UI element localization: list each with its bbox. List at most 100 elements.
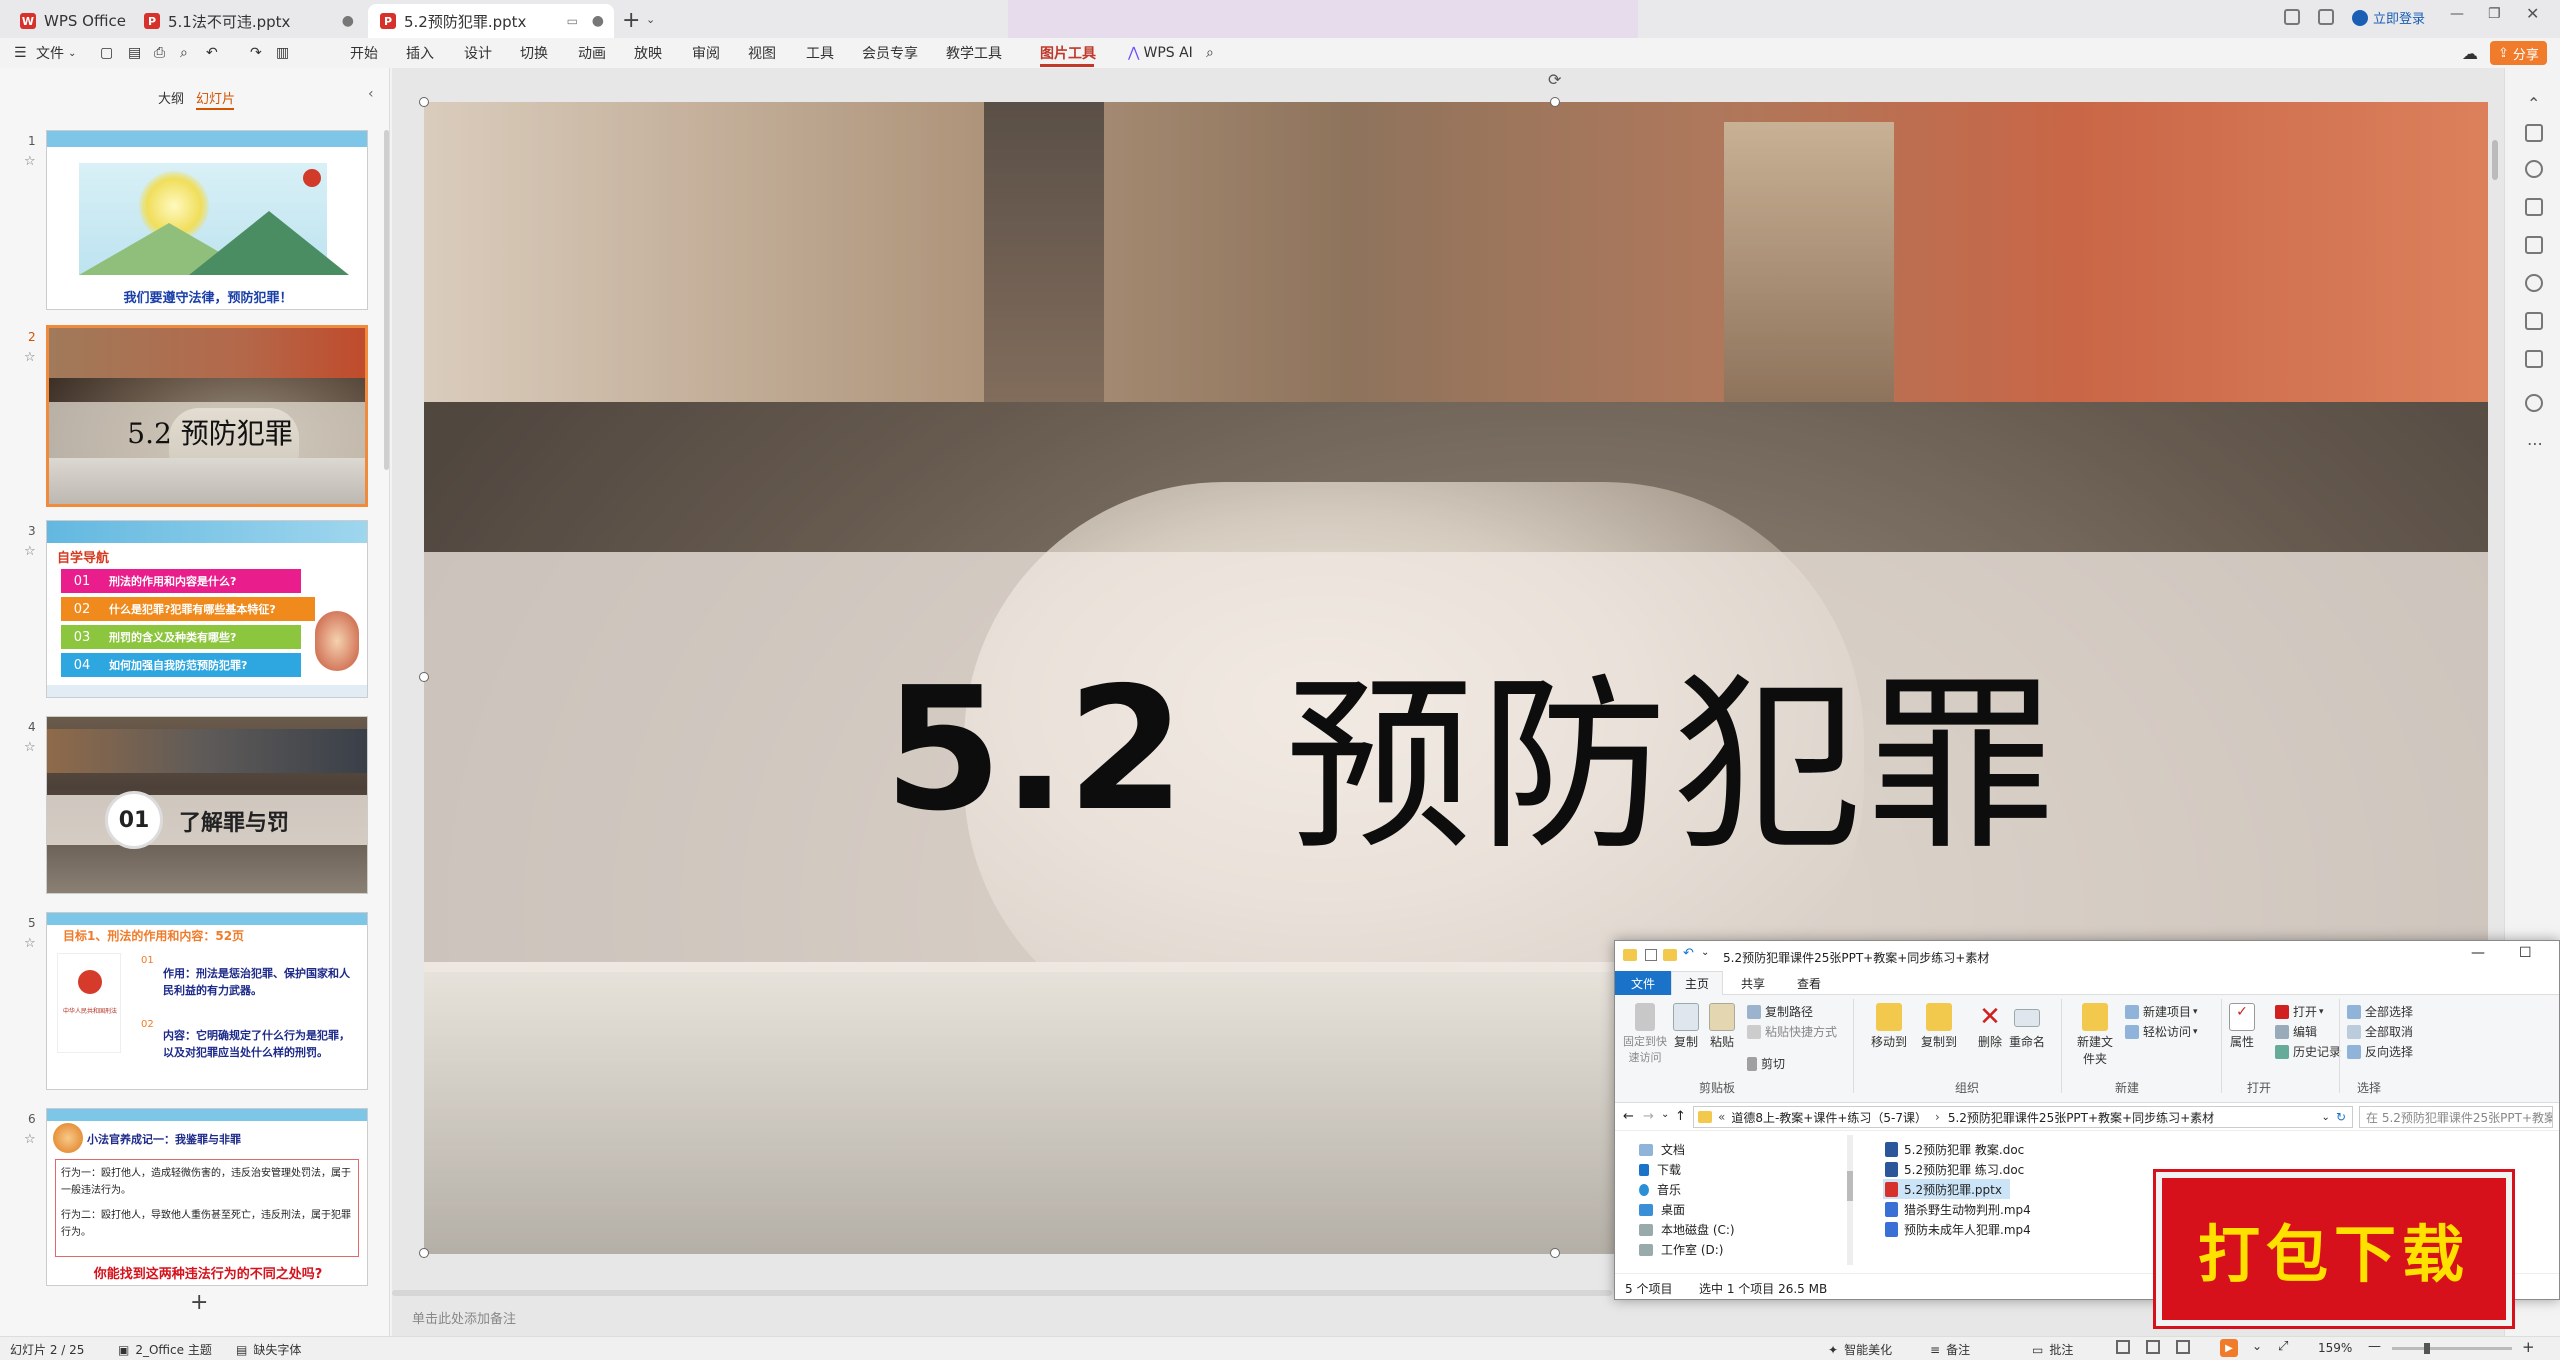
copy-to-button[interactable]: 复制到 bbox=[1921, 1003, 1957, 1050]
menu-transition[interactable]: 切换 bbox=[520, 38, 548, 68]
menu-slideshow[interactable]: 放映 bbox=[634, 38, 662, 68]
slide-thumbnail-6[interactable]: 小法官养成记一：我鉴罪与非罪 行为一：殴打他人，造成轻微伤害的，违反治安管理处罚… bbox=[46, 1108, 368, 1286]
help-icon[interactable] bbox=[2525, 394, 2543, 412]
slide-thumbnail-5[interactable]: 目标1、刑法的作用和内容：52页 中华人民共和国刑法 01 作用：刑法是惩治犯罪… bbox=[46, 912, 368, 1090]
nav-drive-c[interactable]: 本地磁盘 (C:) bbox=[1639, 1221, 1735, 1238]
ribbon-tab-view[interactable]: 查看 bbox=[1783, 971, 1835, 995]
tab-wps-office[interactable]: W WPS Office bbox=[8, 4, 138, 38]
slide-thumbnail-3[interactable]: 自学导航 01 刑法的作用和内容是什么? 02 什么是犯罪?犯罪有哪些基本特征?… bbox=[46, 520, 368, 698]
format-painter-icon[interactable]: ▥ bbox=[276, 38, 289, 68]
explorer-maximize-button[interactable]: ☐ bbox=[2519, 945, 2532, 961]
open-button[interactable]: 打开 ▾ bbox=[2275, 1003, 2324, 1020]
rename-button[interactable]: 重命名 bbox=[2009, 1003, 2045, 1050]
horizontal-scrollbar[interactable] bbox=[392, 1290, 1612, 1296]
tab-outline[interactable]: 大纲 bbox=[158, 88, 184, 107]
delete-button[interactable]: ✕ 删除 bbox=[1977, 1003, 2003, 1050]
menu-animation[interactable]: 动画 bbox=[578, 38, 606, 68]
collapse-sidebar-chevron-icon[interactable]: ⌃ bbox=[2527, 94, 2540, 113]
select-all-button[interactable]: 全部选择 bbox=[2347, 1003, 2413, 1020]
properties-quick-icon[interactable] bbox=[1645, 949, 1657, 961]
normal-view-icon[interactable] bbox=[2116, 1340, 2130, 1354]
restore-button[interactable]: ❐ bbox=[2488, 6, 2501, 22]
menu-review[interactable]: 审阅 bbox=[692, 38, 720, 68]
history-button[interactable]: 历史记录 bbox=[2275, 1043, 2341, 1060]
panel-scrollbar[interactable] bbox=[384, 130, 389, 470]
smart-beautify-button[interactable]: ✦ 智能美化 bbox=[1828, 1341, 1892, 1358]
tab-file-51[interactable]: P 5.1法不可违.pptx ● bbox=[132, 4, 364, 38]
menu-insert[interactable]: 插入 bbox=[406, 38, 434, 68]
paste-shortcut-button[interactable]: 粘贴快捷方式 bbox=[1747, 1023, 1837, 1040]
comments-button[interactable]: ▭ 批注 bbox=[2032, 1341, 2073, 1358]
zoom-in-icon[interactable]: + bbox=[2522, 1338, 2535, 1356]
star-icon[interactable]: ☆ bbox=[24, 350, 36, 365]
zoom-slider-thumb[interactable] bbox=[2424, 1343, 2430, 1354]
menu-design[interactable]: 设计 bbox=[464, 38, 492, 68]
recent-chevron-icon[interactable]: ⌄ bbox=[1661, 1109, 1669, 1120]
menu-start[interactable]: 开始 bbox=[350, 38, 378, 68]
notes-placeholder[interactable]: 单击此处添加备注 bbox=[412, 1308, 516, 1327]
tab-file-52[interactable]: P 5.2预防犯罪.pptx ▭ ● bbox=[368, 4, 614, 38]
nav-documents[interactable]: 文档 bbox=[1639, 1141, 1685, 1158]
menu-tools[interactable]: 工具 bbox=[806, 38, 834, 68]
menu-teaching-tools[interactable]: 教学工具 bbox=[946, 38, 1002, 68]
print-icon[interactable]: ⎙ bbox=[154, 38, 165, 68]
new-tab-plus-icon[interactable]: + bbox=[622, 8, 640, 33]
star-icon[interactable]: ☆ bbox=[24, 1132, 36, 1147]
star-icon[interactable]: ☆ bbox=[24, 154, 36, 169]
more-icon[interactable]: ⋯ bbox=[2527, 434, 2543, 453]
address-chevron-icon[interactable]: ⌄ bbox=[2322, 1112, 2330, 1123]
nav-music[interactable]: 音乐 bbox=[1639, 1181, 1681, 1198]
undo-icon[interactable]: ↶ bbox=[206, 38, 218, 68]
resize-handle-bl[interactable] bbox=[419, 1248, 429, 1258]
hamburger-menu-icon[interactable]: ☰ bbox=[14, 38, 27, 68]
nav-desktop[interactable]: 桌面 bbox=[1639, 1201, 1685, 1218]
pin-quick-access-button[interactable]: 固定到快速访问 bbox=[1623, 1003, 1667, 1065]
add-slide-button[interactable]: + bbox=[190, 1290, 208, 1315]
customize-chevron-icon[interactable]: ⌄ bbox=[1701, 947, 1709, 958]
collapse-panel-chevron-icon[interactable]: ‹ bbox=[368, 86, 374, 102]
nav-downloads[interactable]: 下载 bbox=[1639, 1161, 1681, 1178]
open-folder-icon[interactable]: ▤ bbox=[128, 38, 141, 68]
zoom-level[interactable]: 159% bbox=[2318, 1341, 2352, 1355]
file-item-video-1[interactable]: 猎杀野生动物判刑.mp4 bbox=[1885, 1199, 2031, 1219]
new-folder-quick-icon[interactable] bbox=[1663, 949, 1677, 961]
play-slideshow-icon[interactable]: ▶ bbox=[2220, 1339, 2238, 1357]
rotate-handle-icon[interactable]: ⟳ bbox=[1548, 70, 1561, 89]
file-item-doc-lesson[interactable]: 5.2预防犯罪 教案.doc bbox=[1885, 1139, 2024, 1159]
fit-window-icon[interactable]: ⤢ bbox=[2278, 1339, 2288, 1354]
explorer-minimize-button[interactable]: — bbox=[2471, 945, 2485, 961]
edit-button[interactable]: 编辑 bbox=[2275, 1023, 2317, 1040]
copy-path-button[interactable]: 复制路径 bbox=[1747, 1003, 1813, 1020]
play-options-chevron-icon[interactable]: ⌄ bbox=[2252, 1339, 2262, 1353]
address-bar[interactable]: « 道德8上-教案+课件+练习（5-7课） › 5.2预防犯罪课件25张PPT+… bbox=[1693, 1106, 2353, 1128]
new-doc-icon[interactable]: ▢ bbox=[100, 38, 113, 68]
share-button[interactable]: ⇪ 分享 bbox=[2490, 41, 2547, 65]
close-window-button[interactable]: ✕ bbox=[2526, 4, 2539, 23]
file-item-doc-exercise[interactable]: 5.2预防犯罪 练习.doc bbox=[1885, 1159, 2024, 1179]
copy-icon[interactable] bbox=[2525, 198, 2543, 216]
notes-button[interactable]: ≡ 备注 bbox=[1930, 1341, 1970, 1358]
canvas-scrollbar[interactable] bbox=[2492, 140, 2498, 180]
breadcrumb-part1[interactable]: 道德8上-教案+课件+练习（5-7课） bbox=[1731, 1109, 1927, 1126]
resize-handle-top[interactable] bbox=[1550, 97, 1560, 107]
theme-icon[interactable] bbox=[2318, 9, 2334, 25]
zoom-slider-track[interactable] bbox=[2392, 1347, 2512, 1350]
monitor-icon[interactable]: ▭ bbox=[567, 14, 578, 28]
new-folder-button[interactable]: 新建文件夹 bbox=[2071, 1003, 2119, 1067]
move-to-button[interactable]: 移动到 bbox=[1871, 1003, 1907, 1050]
new-item-button[interactable]: 新建项目 ▾ bbox=[2125, 1003, 2198, 1020]
crop-icon[interactable] bbox=[2525, 312, 2543, 330]
breadcrumb-part2[interactable]: 5.2预防犯罪课件25张PPT+教案+同步练习+素材 bbox=[1948, 1109, 2214, 1126]
copy-button[interactable]: 复制 bbox=[1673, 1003, 1699, 1050]
print-preview-icon[interactable]: ⌕ bbox=[180, 38, 188, 68]
file-menu[interactable]: 文件 ⌄ bbox=[36, 38, 76, 68]
redo-icon[interactable]: ↷ bbox=[250, 38, 262, 68]
menu-view[interactable]: 视图 bbox=[748, 38, 776, 68]
theme-label[interactable]: ▣ 2_Office 主题 bbox=[118, 1341, 212, 1358]
resize-handle-bottom[interactable] bbox=[1550, 1248, 1560, 1258]
nav-scrollbar-thumb[interactable] bbox=[1847, 1171, 1853, 1201]
slide-title-group[interactable]: 5.2 预防犯罪 bbox=[884, 640, 2061, 876]
ribbon-tab-home[interactable]: 主页 bbox=[1671, 971, 1723, 995]
nav-drive-d[interactable]: 工作室 (D:) bbox=[1639, 1241, 1723, 1258]
layers-icon[interactable] bbox=[2525, 350, 2543, 368]
